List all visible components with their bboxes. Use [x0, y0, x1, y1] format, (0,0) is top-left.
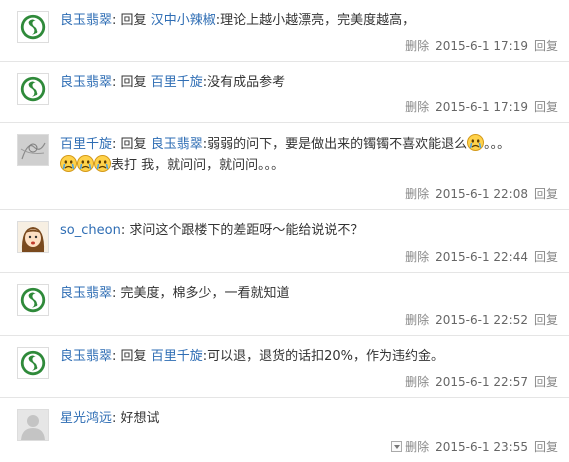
reply-word: 回复 [120, 13, 147, 28]
jade-logo-avatar[interactable] [17, 347, 49, 379]
delete-link[interactable]: 删除 [405, 313, 429, 327]
comment-text: 求问这个跟楼下的差距呀～能给说说不？ [129, 223, 364, 238]
comment-item: 良玉翡翠: 回复 百里千旋:没有成品参考 删除 2015-6-1 17:19 回复 [0, 62, 569, 123]
reply-link[interactable]: 回复 [534, 375, 558, 389]
reply-target-link[interactable]: 百里千旋 [151, 349, 203, 364]
crying-emoji-icon [60, 155, 77, 172]
comment-author-link[interactable]: 星光鸿远 [60, 411, 112, 426]
comment-text: :弱弱的问下，要是做出来的镯镯不喜欢能退么 [202, 137, 468, 152]
comment-text-cont: 表打 我，就问问，就问问。。。 [111, 158, 285, 173]
comment-item: 良玉翡翠: 回复 百里千旋:可以退，退货的话扣20%，作为违约金。 删除 2015… [0, 336, 569, 398]
comment-time: 2015-6-1 17:19 [435, 100, 528, 114]
jade-logo-avatar[interactable] [17, 284, 49, 316]
reply-target-link[interactable]: 汉中小辣椒 [151, 13, 216, 28]
comment-content: 星光鸿远: 好想试 [60, 411, 160, 426]
comment-list: 良玉翡翠: 回复 汉中小辣椒:理论上越小越漂亮，完美度越高， 删除 2015-6-… [0, 0, 569, 462]
comment-item: 星光鸿远: 好想试 删除 2015-6-1 23:55 回复 [0, 398, 569, 462]
comment-meta: 删除 2015-6-1 22:52 回复 [405, 312, 558, 328]
jade-logo-avatar[interactable] [17, 73, 49, 105]
delete-link[interactable]: 删除 [405, 440, 429, 454]
comment-time: 2015-6-1 17:19 [435, 39, 528, 53]
girl-avatar[interactable] [17, 221, 49, 253]
reply-word: 回复 [120, 137, 147, 152]
comment-author-link[interactable]: 百里千旋 [60, 137, 112, 152]
comment-time: 2015-6-1 22:44 [435, 250, 528, 264]
default-avatar[interactable] [17, 409, 49, 441]
comment-content: 良玉翡翠: 完美度，棉多少，一看就知道 [60, 286, 290, 301]
comment-meta: 删除 2015-6-1 22:08 回复 [405, 186, 558, 202]
comment-meta: 删除 2015-6-1 23:55 回复 [391, 439, 558, 455]
comment-content: 良玉翡翠: 回复 百里千旋:可以退，退货的话扣20%，作为违约金。 [60, 349, 444, 364]
comment-author-link[interactable]: so_cheon [60, 223, 121, 238]
comment-content: so_cheon: 求问这个跟楼下的差距呀～能给说说不？ [60, 223, 364, 238]
crying-emoji-icon [77, 155, 94, 172]
reply-link[interactable]: 回复 [534, 250, 558, 264]
delete-link[interactable]: 删除 [405, 100, 429, 114]
delete-link[interactable]: 删除 [405, 250, 429, 264]
delete-link[interactable]: 删除 [405, 187, 429, 201]
comment-author-link[interactable]: 良玉翡翠 [60, 75, 112, 90]
jade-logo-avatar[interactable] [17, 11, 49, 43]
comment-item: 百里千旋: 回复 良玉翡翠:弱弱的问下，要是做出来的镯镯不喜欢能退么。。。 表打… [0, 123, 569, 210]
reply-link[interactable]: 回复 [534, 100, 558, 114]
comment-time: 2015-6-1 22:52 [435, 313, 528, 327]
comment-time: 2015-6-1 22:08 [435, 187, 528, 201]
comment-text: 完美度，棉多少，一看就知道 [120, 286, 290, 301]
reply-target-link[interactable]: 百里千旋 [151, 75, 203, 90]
delete-link[interactable]: 删除 [405, 375, 429, 389]
comment-content: 百里千旋: 回复 良玉翡翠:弱弱的问下，要是做出来的镯镯不喜欢能退么。。。 表打… [60, 134, 549, 176]
comment-item: 良玉翡翠: 回复 汉中小辣椒:理论上越小越漂亮，完美度越高， 删除 2015-6-… [0, 0, 569, 62]
comment-author-link[interactable]: 良玉翡翠 [60, 286, 112, 301]
comment-content: 良玉翡翠: 回复 百里千旋:没有成品参考 [60, 75, 286, 90]
comment-content: 良玉翡翠: 回复 汉中小辣椒:理论上越小越漂亮，完美度越高， [60, 13, 416, 28]
comment-item: 良玉翡翠: 完美度，棉多少，一看就知道 删除 2015-6-1 22:52 回复 [0, 273, 569, 336]
reply-link[interactable]: 回复 [534, 187, 558, 201]
comment-text: :可以退，退货的话扣20%，作为违约金。 [202, 349, 444, 364]
delete-link[interactable]: 删除 [405, 39, 429, 53]
comment-meta: 删除 2015-6-1 17:19 回复 [405, 99, 558, 115]
comment-item: so_cheon: 求问这个跟楼下的差距呀～能给说说不？ 删除 2015-6-1 … [0, 210, 569, 273]
comment-author-link[interactable]: 良玉翡翠 [60, 13, 112, 28]
comment-meta: 删除 2015-6-1 22:44 回复 [405, 249, 558, 265]
comment-text: :没有成品参考 [202, 75, 286, 90]
comment-time: 2015-6-1 23:55 [435, 440, 528, 454]
reply-link[interactable]: 回复 [534, 313, 558, 327]
crying-emoji-icon [467, 134, 484, 151]
comment-author-link[interactable]: 良玉翡翠 [60, 349, 112, 364]
comment-meta: 删除 2015-6-1 22:57 回复 [405, 374, 558, 390]
comment-time: 2015-6-1 22:57 [435, 375, 528, 389]
reply-link[interactable]: 回复 [534, 39, 558, 53]
comment-text: 好想试 [120, 411, 160, 426]
sketch-avatar[interactable] [17, 134, 49, 166]
reply-target-link[interactable]: 良玉翡翠 [151, 137, 203, 152]
reply-link[interactable]: 回复 [534, 440, 558, 454]
crying-emoji-icon [94, 155, 111, 172]
comment-meta: 删除 2015-6-1 17:19 回复 [405, 38, 558, 54]
reply-word: 回复 [120, 349, 147, 364]
comment-text: :理论上越小越漂亮，完美度越高， [215, 13, 416, 28]
reply-word: 回复 [120, 75, 147, 90]
comment-text-dots: 。。。 [484, 137, 511, 152]
dropdown-arrow-icon[interactable] [391, 441, 403, 452]
